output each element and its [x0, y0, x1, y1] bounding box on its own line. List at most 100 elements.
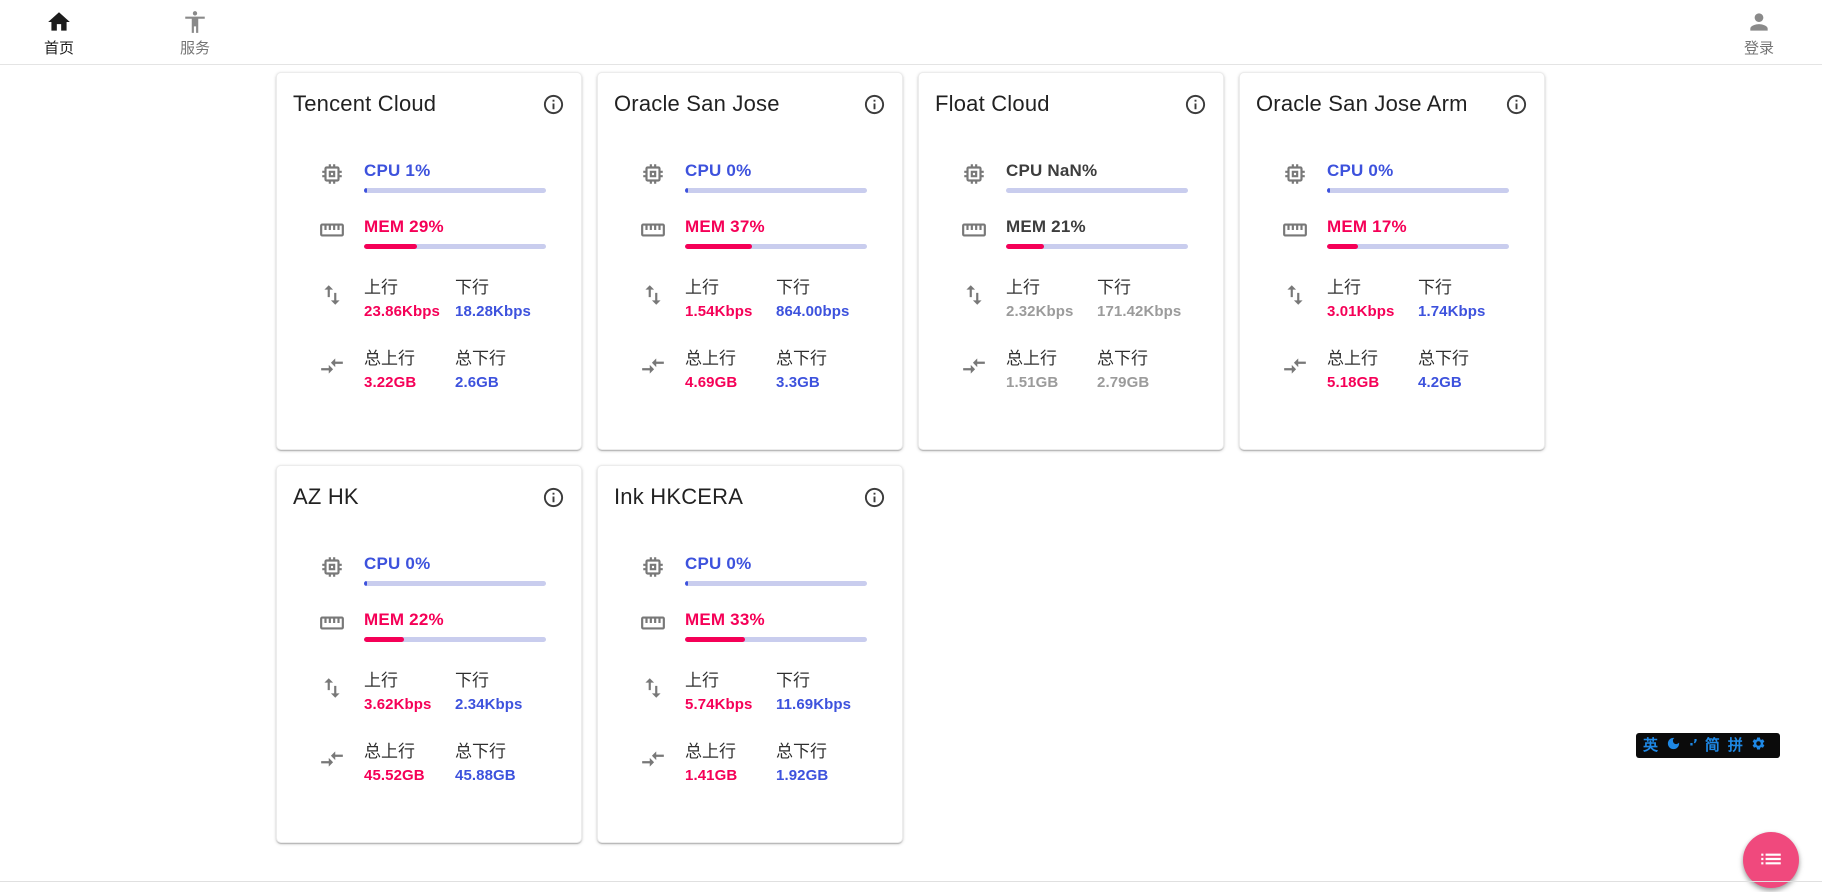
up-down-arrows-icon — [293, 666, 364, 713]
ime-pinyin-mode[interactable]: 拼 — [1728, 738, 1743, 753]
mem-progress-fill — [1327, 244, 1358, 249]
info-icon[interactable] — [1505, 93, 1528, 116]
cpu-chip-icon — [293, 161, 364, 193]
list-icon — [1758, 846, 1784, 875]
total-upload-value: 3.22GB — [364, 374, 455, 391]
server-card: Oracle San Jose CPU 0% — [597, 72, 903, 450]
total-download-label: 总下行 — [455, 344, 546, 369]
info-icon[interactable] — [1184, 93, 1207, 116]
server-name: Ink HKCERA — [614, 484, 886, 510]
server-card: Tencent Cloud CPU 1% — [276, 72, 582, 450]
upload-label: 上行 — [364, 273, 455, 298]
total-upload-label: 总上行 — [1327, 344, 1418, 369]
home-icon — [46, 9, 72, 35]
total-upload-label: 总上行 — [1006, 344, 1097, 369]
mem-label: MEM 21% — [1006, 217, 1188, 237]
total-traffic-row: 总上行 45.52GB 总下行 45.88GB — [293, 737, 565, 784]
network-speed-row: 上行 3.01Kbps 下行 1.74Kbps — [1256, 273, 1528, 320]
swap-arrows-icon — [614, 344, 685, 391]
info-icon[interactable] — [863, 93, 886, 116]
mem-progress-bar — [364, 637, 546, 642]
server-name: Oracle San Jose — [614, 91, 886, 117]
nav-services-label: 服务 — [180, 37, 210, 58]
cpu-chip-icon — [293, 554, 364, 586]
mem-label: MEM 17% — [1327, 217, 1509, 237]
ruler-icon — [1256, 217, 1327, 249]
nav-item-home[interactable]: 首页 — [24, 0, 94, 58]
network-speed-row: 上行 3.62Kbps 下行 2.34Kbps — [293, 666, 565, 713]
download-value: 171.42Kbps — [1097, 303, 1188, 320]
swap-arrows-icon — [293, 344, 364, 391]
cpu-chip-icon — [614, 554, 685, 586]
network-speed-row: 上行 1.54Kbps 下行 864.00bps — [614, 273, 886, 320]
mem-label: MEM 29% — [364, 217, 546, 237]
ruler-icon — [935, 217, 1006, 249]
gear-icon[interactable] — [1751, 736, 1766, 756]
upload-label: 上行 — [685, 273, 776, 298]
server-name: Tencent Cloud — [293, 91, 565, 117]
mem-progress-fill — [685, 637, 745, 642]
moon-icon[interactable] — [1666, 736, 1681, 756]
up-down-arrows-icon — [614, 666, 685, 713]
cpu-progress-bar — [364, 188, 546, 193]
upload-value: 1.54Kbps — [685, 303, 776, 320]
upload-value: 5.74Kbps — [685, 696, 776, 713]
network-speed-row: 上行 2.32Kbps 下行 171.42Kbps — [935, 273, 1207, 320]
download-label: 下行 — [776, 273, 867, 298]
mem-row: MEM 33% — [614, 610, 886, 642]
mem-row: MEM 29% — [293, 217, 565, 249]
metrics: CPU 0% MEM 33% — [614, 554, 886, 784]
top-nav: 首页 服务 登录 — [0, 0, 1822, 65]
download-label: 下行 — [1418, 273, 1509, 298]
ime-simplified-mode[interactable]: 简 — [1705, 738, 1720, 753]
download-label: 下行 — [776, 666, 867, 691]
mem-progress-bar — [685, 637, 867, 642]
cpu-progress-fill — [685, 188, 688, 193]
total-upload-label: 总上行 — [685, 737, 776, 762]
total-upload-label: 总上行 — [364, 737, 455, 762]
download-label: 下行 — [455, 666, 546, 691]
nav-item-services[interactable]: 服务 — [160, 0, 230, 58]
total-upload-label: 总上行 — [364, 344, 455, 369]
info-icon[interactable] — [863, 486, 886, 509]
metrics: CPU NaN% MEM 21% — [935, 161, 1207, 391]
cpu-chip-icon — [614, 161, 685, 193]
total-upload-value: 45.52GB — [364, 767, 455, 784]
cpu-row: CPU NaN% — [935, 161, 1207, 193]
total-upload-value: 1.41GB — [685, 767, 776, 784]
mem-progress-bar — [364, 244, 546, 249]
total-traffic-row: 总上行 1.51GB 总下行 2.79GB — [935, 344, 1207, 391]
total-download-value: 4.2GB — [1418, 374, 1509, 391]
ime-punctuation-mode[interactable]: ·’ — [1689, 739, 1697, 752]
info-icon[interactable] — [542, 93, 565, 116]
footer-divider — [0, 881, 1822, 882]
upload-label: 上行 — [685, 666, 776, 691]
server-list-fab[interactable] — [1743, 832, 1799, 888]
total-download-label: 总下行 — [1418, 344, 1509, 369]
upload-value: 2.32Kbps — [1006, 303, 1097, 320]
mem-row: MEM 22% — [293, 610, 565, 642]
ruler-icon — [293, 217, 364, 249]
mem-label: MEM 33% — [685, 610, 867, 630]
cpu-chip-icon — [1256, 161, 1327, 193]
network-speed-row: 上行 23.86Kbps 下行 18.28Kbps — [293, 273, 565, 320]
up-down-arrows-icon — [1256, 273, 1327, 320]
cpu-label: CPU 0% — [1327, 161, 1509, 181]
ruler-icon — [614, 217, 685, 249]
nav-home-label: 首页 — [44, 37, 74, 58]
cards-grid: Tencent Cloud CPU 1% — [276, 72, 1546, 843]
total-traffic-row: 总上行 4.69GB 总下行 3.3GB — [614, 344, 886, 391]
mem-label: MEM 37% — [685, 217, 867, 237]
upload-value: 3.62Kbps — [364, 696, 455, 713]
ime-english-mode[interactable]: 英 — [1643, 738, 1658, 753]
cpu-chip-icon — [935, 161, 1006, 193]
total-download-label: 总下行 — [776, 344, 867, 369]
total-download-label: 总下行 — [455, 737, 546, 762]
upload-value: 23.86Kbps — [364, 303, 455, 320]
download-value: 864.00bps — [776, 303, 867, 320]
nav-item-login[interactable]: 登录 — [1724, 0, 1794, 58]
up-down-arrows-icon — [614, 273, 685, 320]
info-icon[interactable] — [542, 486, 565, 509]
total-upload-value: 1.51GB — [1006, 374, 1097, 391]
metrics: CPU 0% MEM 37% — [614, 161, 886, 391]
